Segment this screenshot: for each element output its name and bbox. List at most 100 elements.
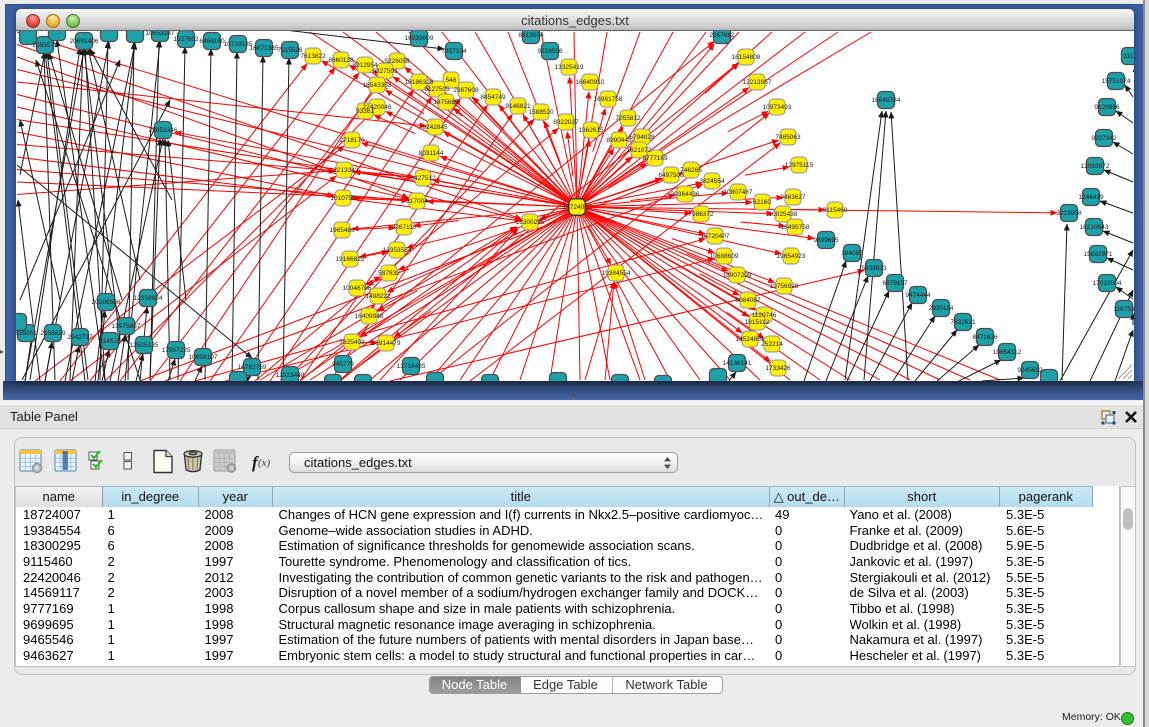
svg-text:12975115: 12975115 bbox=[785, 162, 814, 169]
svg-text:3267110: 3267110 bbox=[392, 224, 417, 231]
svg-text:18724007: 18724007 bbox=[563, 204, 592, 211]
svg-text:252214: 252214 bbox=[761, 341, 783, 348]
svg-text:2942737: 2942737 bbox=[67, 334, 93, 341]
svg-text:16154808: 16154808 bbox=[732, 54, 761, 61]
svg-text:13975887: 13975887 bbox=[112, 323, 141, 330]
svg-text:164095: 164095 bbox=[841, 250, 863, 257]
svg-text:5938923: 5938923 bbox=[861, 265, 887, 272]
svg-text:8471626: 8471626 bbox=[972, 334, 998, 341]
svg-text:1010755: 1010755 bbox=[330, 195, 356, 202]
svg-text:7986372: 7986372 bbox=[688, 211, 714, 218]
svg-text:15720407: 15720407 bbox=[701, 233, 730, 240]
svg-text:9245652: 9245652 bbox=[1017, 367, 1043, 374]
svg-text:9327503: 9327503 bbox=[372, 68, 398, 75]
svg-text:1875685: 1875685 bbox=[433, 99, 459, 106]
svg-text:9129966: 9129966 bbox=[1094, 104, 1120, 111]
svg-text:1244419: 1244419 bbox=[1078, 194, 1104, 201]
svg-text:587832: 587832 bbox=[378, 270, 400, 277]
svg-text:2935114: 2935114 bbox=[929, 305, 954, 312]
svg-text:16648784: 16648784 bbox=[872, 97, 901, 104]
svg-text:20691406: 20691406 bbox=[70, 38, 99, 45]
svg-text:6794028: 6794028 bbox=[629, 134, 655, 141]
svg-text:10046786: 10046786 bbox=[343, 285, 372, 292]
svg-text:1733426: 1733426 bbox=[765, 365, 791, 372]
svg-text:12213967: 12213967 bbox=[743, 79, 772, 86]
svg-text:17957225: 17957225 bbox=[162, 347, 191, 354]
svg-text:16033809: 16033809 bbox=[405, 35, 434, 42]
svg-text:19654923: 19654923 bbox=[777, 253, 806, 260]
svg-text:8427512: 8427512 bbox=[410, 175, 436, 182]
svg-text:12213343: 12213343 bbox=[330, 167, 359, 174]
svg-text:2055572: 2055572 bbox=[32, 42, 58, 49]
svg-text:12505135: 12505135 bbox=[130, 342, 159, 349]
svg-text:16782759: 16782759 bbox=[238, 364, 267, 371]
svg-text:(x): (x) bbox=[258, 457, 271, 469]
svg-text:1498222: 1498222 bbox=[365, 293, 391, 300]
svg-text:1965483: 1965483 bbox=[329, 227, 355, 234]
svg-text:7632621: 7632621 bbox=[950, 319, 976, 326]
svg-text:16914479: 16914479 bbox=[372, 340, 401, 347]
svg-text:13353584: 13353584 bbox=[383, 247, 412, 254]
svg-text:1362615: 1362615 bbox=[578, 127, 604, 134]
svg-text:10807487: 10807487 bbox=[724, 189, 753, 196]
svg-text:1527602: 1527602 bbox=[173, 36, 199, 43]
svg-text:9146821: 9146821 bbox=[505, 103, 531, 110]
svg-text:746266: 746266 bbox=[680, 167, 702, 174]
svg-text:9115460: 9115460 bbox=[823, 207, 848, 214]
svg-text:1588520: 1588520 bbox=[528, 109, 554, 116]
svg-text:15692971: 15692971 bbox=[1084, 251, 1113, 258]
svg-text:9228506: 9228506 bbox=[537, 48, 563, 55]
svg-text:3824554: 3824554 bbox=[699, 178, 725, 185]
svg-text:9463627: 9463627 bbox=[780, 194, 806, 201]
svg-text:13325419: 13325419 bbox=[555, 64, 584, 71]
svg-text:9242845: 9242845 bbox=[422, 124, 448, 131]
svg-text:8031144: 8031144 bbox=[419, 150, 444, 157]
svg-text:114519: 114519 bbox=[99, 338, 121, 345]
svg-text:20364436: 20364436 bbox=[671, 191, 700, 198]
svg-text:18907299: 18907299 bbox=[723, 272, 752, 279]
svg-text:10688609: 10688609 bbox=[710, 253, 739, 260]
svg-text:6679197: 6679197 bbox=[882, 280, 908, 287]
svg-text:16640910: 16640910 bbox=[576, 79, 605, 86]
svg-text:12359924: 12359924 bbox=[134, 295, 163, 302]
svg-text:10553287: 10553287 bbox=[146, 31, 175, 37]
svg-text:8813054: 8813054 bbox=[518, 32, 544, 39]
svg-text:546: 546 bbox=[446, 77, 457, 84]
svg-text:9777169: 9777169 bbox=[642, 155, 668, 162]
svg-text:16409948: 16409948 bbox=[355, 313, 384, 320]
svg-text:1112: 1112 bbox=[1123, 53, 1134, 60]
svg-text:7055812: 7055812 bbox=[615, 115, 641, 122]
svg-text:12093872: 12093872 bbox=[1081, 163, 1110, 170]
svg-text:1120746: 1120746 bbox=[752, 312, 777, 319]
svg-text:25053346: 25053346 bbox=[149, 127, 178, 134]
svg-text:5226058: 5226058 bbox=[384, 58, 410, 65]
svg-text:10719185: 10719185 bbox=[224, 41, 253, 48]
svg-text:7857224: 7857224 bbox=[441, 48, 467, 55]
svg-text:19166825: 19166825 bbox=[336, 256, 365, 263]
svg-text:16210643: 16210643 bbox=[1080, 224, 1109, 231]
svg-text:6466160: 6466160 bbox=[199, 38, 225, 45]
svg-text:12923448: 12923448 bbox=[276, 372, 305, 379]
svg-text:10973493: 10973493 bbox=[763, 104, 792, 111]
svg-text:1815112: 1815112 bbox=[745, 319, 770, 326]
svg-text:13716485: 13716485 bbox=[397, 363, 426, 370]
svg-text:9227342: 9227342 bbox=[1091, 135, 1117, 142]
svg-text:20206556: 20206556 bbox=[92, 299, 121, 306]
svg-text:14136141: 14136141 bbox=[723, 360, 752, 367]
svg-text:3215958: 3215958 bbox=[1056, 210, 1082, 217]
svg-text:9699695: 9699695 bbox=[813, 237, 839, 244]
svg-text:18186328: 18186328 bbox=[405, 79, 434, 86]
svg-text:7485063: 7485063 bbox=[775, 134, 801, 141]
svg-text:93361: 93361 bbox=[356, 108, 374, 115]
svg-text:317004: 317004 bbox=[406, 198, 428, 205]
svg-text:839051: 839051 bbox=[16, 330, 37, 337]
svg-text:8322037: 8322037 bbox=[553, 119, 579, 126]
svg-text:8990448: 8990448 bbox=[606, 137, 632, 144]
svg-text:8454749: 8454749 bbox=[480, 94, 506, 101]
svg-text:15751074: 15751074 bbox=[1102, 78, 1131, 85]
svg-text:18300295: 18300295 bbox=[516, 219, 545, 226]
svg-text:945779: 945779 bbox=[332, 361, 354, 368]
svg-text:16543362: 16543362 bbox=[363, 82, 392, 89]
svg-text:9127505: 9127505 bbox=[424, 86, 450, 93]
svg-text:19756928: 19756928 bbox=[770, 283, 799, 290]
